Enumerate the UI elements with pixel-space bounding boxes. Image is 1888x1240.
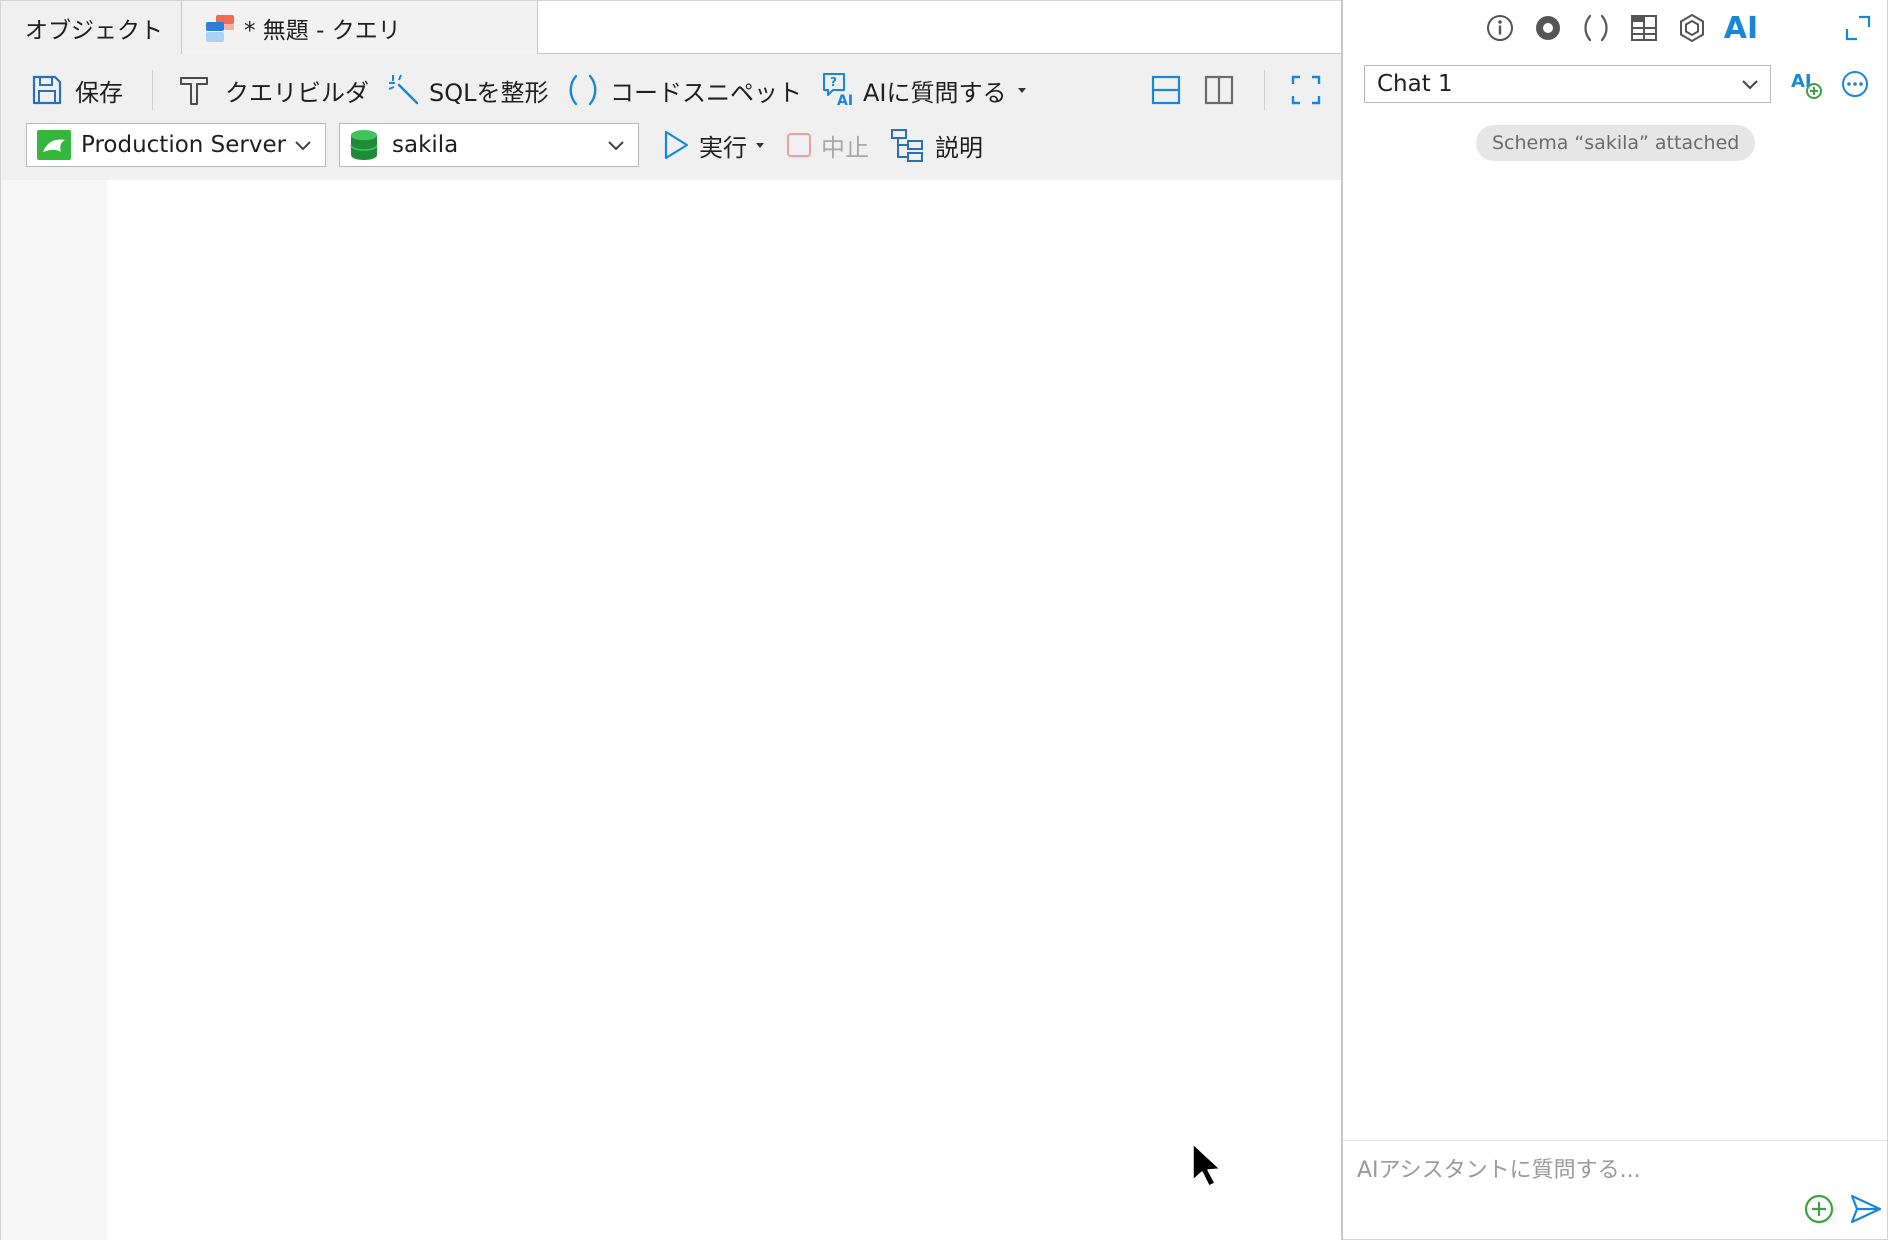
snippet-panel-button[interactable]: [1578, 10, 1614, 46]
parentheses-icon: [1584, 14, 1608, 42]
info-icon: [1487, 15, 1513, 41]
hexagon-icon: [1680, 13, 1704, 43]
line-number-gutter: [1, 180, 107, 1240]
server-select[interactable]: Production Server: [26, 123, 326, 167]
save-icon: [32, 75, 62, 105]
send-icon: [1850, 1194, 1882, 1224]
parentheses-icon: [569, 74, 597, 106]
stop-icon: [787, 133, 811, 157]
chevron-down-icon: [608, 141, 624, 151]
composer-divider: [1343, 1140, 1887, 1141]
info-button[interactable]: [1482, 10, 1518, 46]
expand-panel-button[interactable]: [1840, 10, 1876, 46]
run-label: 実行: [699, 133, 747, 162]
stop-label: 中止: [821, 133, 869, 162]
schema-attached-text: Schema “sakila” attached: [1492, 132, 1740, 154]
explain-label: 説明: [935, 133, 983, 162]
ai-tab-button[interactable]: AI: [1719, 10, 1763, 46]
chevron-down-icon: [295, 141, 311, 151]
save-label: 保存: [75, 78, 123, 107]
stop-button[interactable]: 中止: [785, 123, 869, 167]
save-button[interactable]: 保存: [29, 68, 123, 112]
database-select[interactable]: sakila: [339, 123, 639, 167]
dropdown-caret-icon: [1017, 88, 1026, 93]
explain-tree-icon: [891, 129, 923, 162]
fullscreen-icon: [1291, 75, 1321, 105]
new-ai-chat-button[interactable]: AI: [1789, 66, 1825, 102]
dropdown-caret-icon: [756, 143, 764, 148]
database-icon: [350, 130, 378, 160]
ai-prompt-input[interactable]: [1357, 1152, 1837, 1188]
tab-strip: オブジェクト * 無題 - クエリ: [1, 0, 1342, 55]
more-icon: [1842, 71, 1868, 97]
ask-ai-button[interactable]: ? AI AIに質問する: [821, 68, 1029, 112]
more-options-button[interactable]: [1837, 66, 1873, 102]
model-button[interactable]: [1674, 10, 1710, 46]
new-ai-chat-icon: AI: [1791, 71, 1822, 99]
database-name: sakila: [392, 132, 459, 158]
query-toolbar: 保存 クエリビルダ SQLを整形 コードスニペット ? AI AIに質問する P…: [1, 54, 1342, 180]
ai-tab-label: AI: [1723, 10, 1759, 46]
query-tab-icon: [204, 12, 236, 44]
split-horizontal-button[interactable]: [1149, 68, 1183, 112]
explain-button[interactable]: 説明: [889, 123, 983, 167]
svg-text:AI: AI: [837, 93, 853, 109]
mouse-pointer-icon: [1192, 1143, 1221, 1187]
split-vertical-button[interactable]: [1202, 68, 1236, 112]
query-builder-icon: [180, 77, 208, 105]
ai-question-icon: ? AI: [823, 73, 853, 109]
split-horizontal-icon: [1151, 75, 1181, 105]
tab-objects-label: オブジェクト: [25, 17, 163, 44]
ai-assistant-panel: AI Chat 1 AI Schema “sakila” attached: [1343, 0, 1888, 1240]
table-grid-icon: [1631, 15, 1657, 41]
query-builder-label: クエリビルダ: [225, 78, 369, 107]
table-view-button[interactable]: [1626, 10, 1662, 46]
tab-objects[interactable]: オブジェクト: [1, 1, 182, 55]
server-icon: [37, 130, 71, 160]
fullscreen-button[interactable]: [1289, 68, 1323, 112]
tab-untitled-query[interactable]: * 無題 - クエリ: [182, 1, 538, 55]
attach-button[interactable]: [1801, 1191, 1837, 1227]
run-button[interactable]: 実行: [661, 123, 767, 167]
beautify-sql-label: SQLを整形: [429, 78, 549, 107]
query-builder-button[interactable]: クエリビルダ: [177, 68, 369, 112]
code-snippet-label: コードスニペット: [610, 78, 802, 107]
preview-button[interactable]: [1530, 10, 1566, 46]
chevron-down-icon: [1742, 80, 1758, 90]
chat-select[interactable]: Chat 1: [1364, 65, 1771, 103]
split-vertical-icon: [1204, 75, 1234, 105]
send-button[interactable]: [1848, 1191, 1884, 1227]
expand-icon: [1845, 15, 1871, 41]
tab-query-label: * 無題 - クエリ: [244, 18, 401, 44]
magic-wand-icon: [388, 74, 419, 105]
code-snippet-button[interactable]: コードスニペット: [566, 68, 802, 112]
schema-attached-badge: Schema “sakila” attached: [1476, 125, 1756, 161]
svg-text:?: ?: [830, 75, 837, 89]
play-icon: [664, 130, 689, 160]
add-circle-icon: [1804, 1194, 1834, 1224]
ask-ai-label: AIに質問する: [863, 78, 1007, 107]
eye-icon: [1536, 16, 1560, 40]
server-name: Production Server: [81, 132, 287, 158]
query-window: オブジェクト * 無題 - クエリ 保存 クエリビルダ SQLを整形 コードスニ…: [0, 0, 1342, 1240]
sql-editor[interactable]: [1, 180, 1342, 1240]
beautify-sql-button[interactable]: SQLを整形: [387, 68, 549, 112]
chat-selected-label: Chat 1: [1377, 71, 1453, 97]
